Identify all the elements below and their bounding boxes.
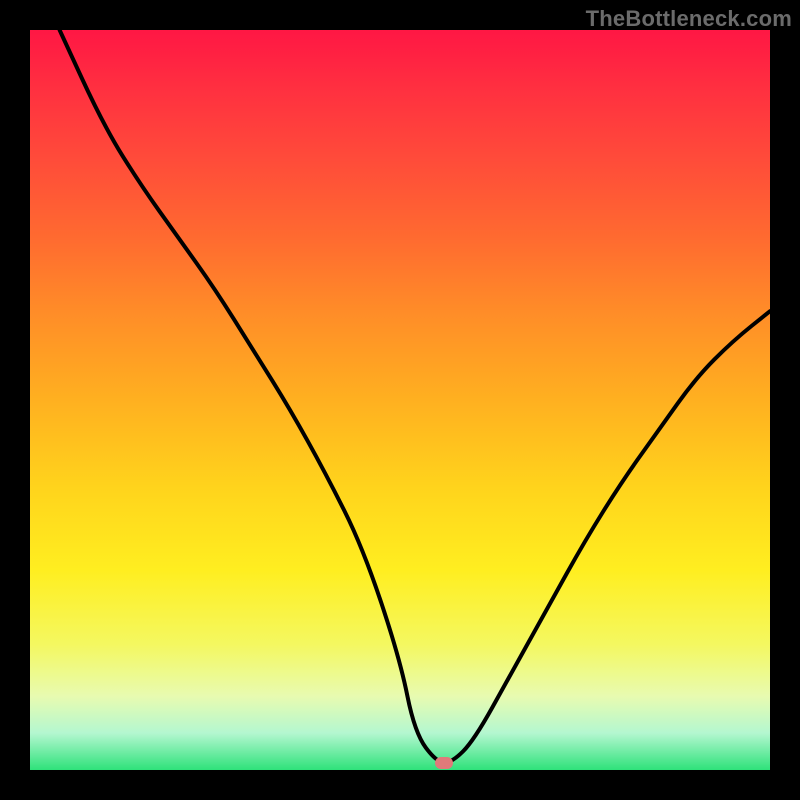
plot-area (30, 30, 770, 770)
bottleneck-curve (30, 30, 770, 770)
watermark-text: TheBottleneck.com (586, 6, 792, 32)
optimal-point-marker (435, 757, 453, 769)
chart-frame: TheBottleneck.com (0, 0, 800, 800)
